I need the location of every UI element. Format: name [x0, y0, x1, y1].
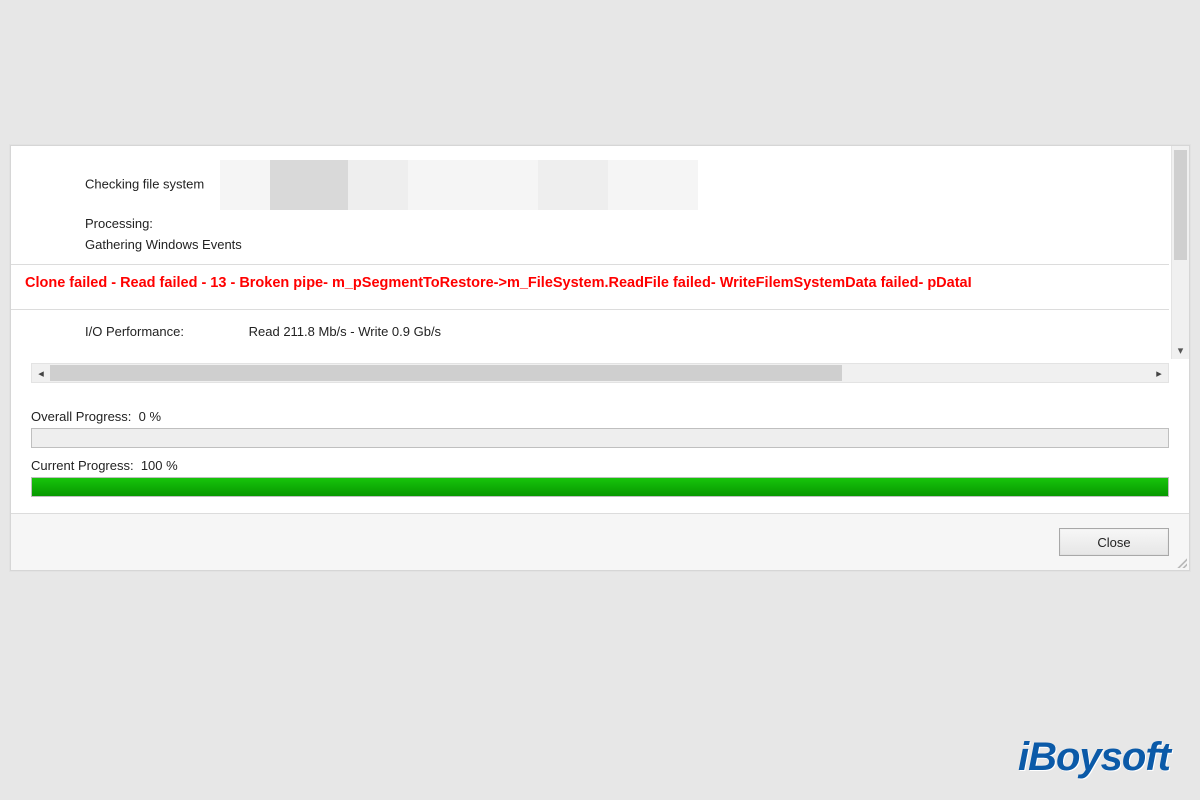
watermark-logo: iBoysoft: [1018, 735, 1170, 780]
horizontal-scrollbar[interactable]: ◂ ▸: [31, 363, 1169, 383]
current-progress-label-text: Current Progress:: [31, 458, 134, 473]
log-line-processing: Processing:: [11, 212, 1169, 235]
log-text: Checking file system: [85, 176, 204, 191]
io-performance-value: Read 211.8 Mb/s - Write 0.9 Gb/s: [249, 324, 441, 339]
scroll-down-arrow-icon[interactable]: ▾: [1172, 341, 1189, 359]
current-progress-bar: [31, 477, 1169, 497]
vertical-scrollbar-thumb[interactable]: [1174, 150, 1187, 260]
log-text: Processing:: [85, 216, 153, 231]
current-progress-value: 100 %: [141, 458, 178, 473]
scroll-left-arrow-icon[interactable]: ◂: [32, 367, 50, 380]
horizontal-scrollbar-track[interactable]: [50, 364, 1150, 382]
log-text: Gathering Windows Events: [85, 237, 242, 252]
redacted-content: [220, 160, 698, 210]
vertical-scrollbar[interactable]: ▾: [1171, 146, 1189, 359]
current-progress-fill: [32, 478, 1168, 496]
resize-grip-icon[interactable]: [1175, 556, 1187, 568]
error-message: Clone failed - Read failed - 13 - Broken…: [11, 265, 1169, 301]
scroll-right-arrow-icon[interactable]: ▸: [1150, 367, 1168, 380]
io-performance-row: I/O Performance: Read 211.8 Mb/s - Write…: [11, 310, 1169, 359]
current-progress-label: Current Progress: 100 %: [31, 458, 1169, 473]
log-line-gathering: Gathering Windows Events: [11, 235, 1169, 256]
overall-progress-label-text: Overall Progress:: [31, 409, 131, 424]
log-panel: Checking file system Processing: Gatheri…: [11, 146, 1189, 359]
progress-section: Overall Progress: 0 % Current Progress: …: [11, 393, 1189, 513]
overall-progress-bar: [31, 428, 1169, 448]
io-performance-label: I/O Performance:: [85, 324, 245, 339]
overall-progress-value: 0 %: [139, 409, 161, 424]
overall-progress-label: Overall Progress: 0 %: [31, 409, 1169, 424]
horizontal-scrollbar-thumb[interactable]: [50, 365, 842, 381]
close-button[interactable]: Close: [1059, 528, 1169, 556]
log-line-checking: Checking file system: [11, 146, 1169, 212]
dialog-footer: Close: [11, 513, 1189, 570]
clone-progress-dialog: Checking file system Processing: Gatheri…: [10, 145, 1190, 571]
